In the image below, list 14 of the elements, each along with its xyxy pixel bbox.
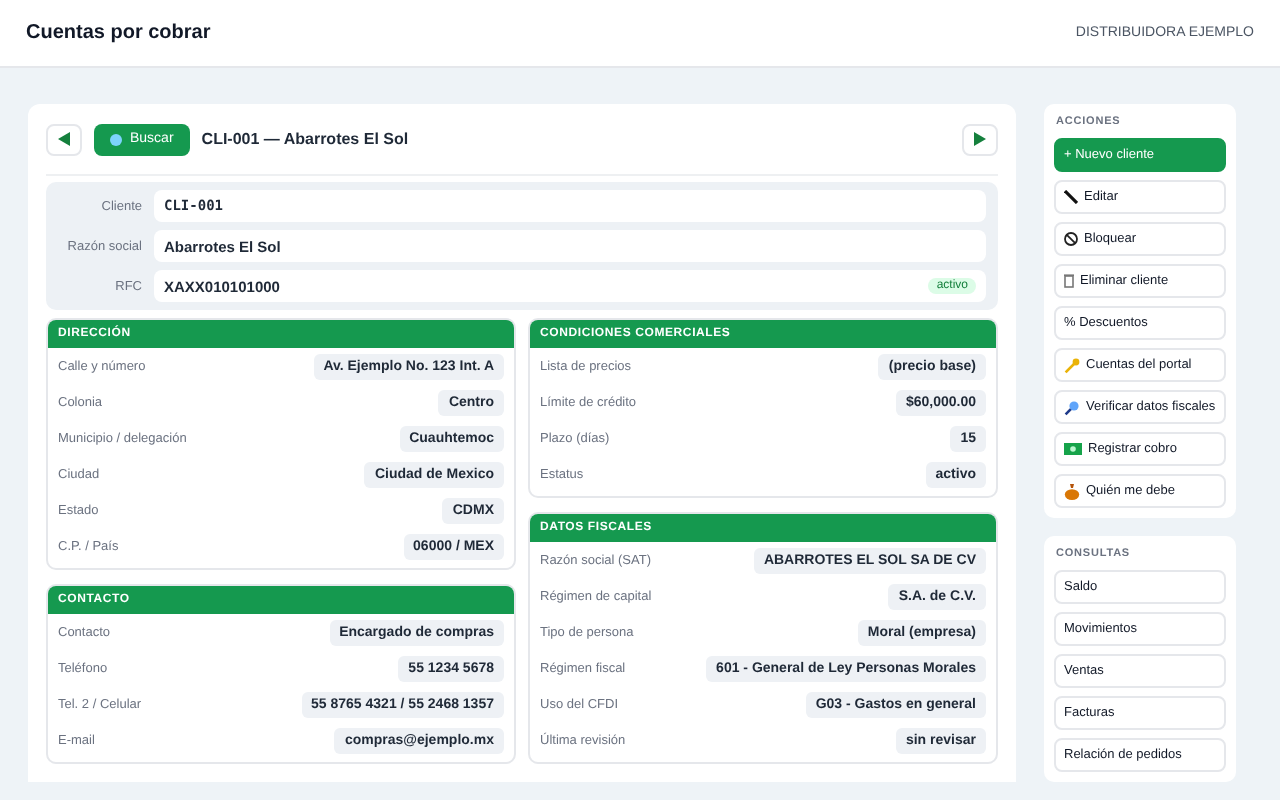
next-button[interactable] [962, 123, 998, 155]
dot-icon [110, 133, 122, 145]
previous-button[interactable] [46, 123, 82, 155]
right-triangle-icon [974, 132, 986, 146]
money-bag-icon [1064, 483, 1080, 499]
page-title: Cuentas por cobrar [26, 22, 211, 44]
key-icon [1064, 357, 1080, 373]
pencil-icon [1064, 190, 1078, 204]
record-title: CLI-001 — Abarrotes El Sol [201, 130, 409, 148]
banknote-icon [1064, 442, 1082, 456]
trash-icon [1064, 274, 1074, 288]
left-triangle-icon [58, 132, 70, 146]
magnifier-icon [1064, 399, 1080, 415]
block-icon [1064, 232, 1078, 246]
